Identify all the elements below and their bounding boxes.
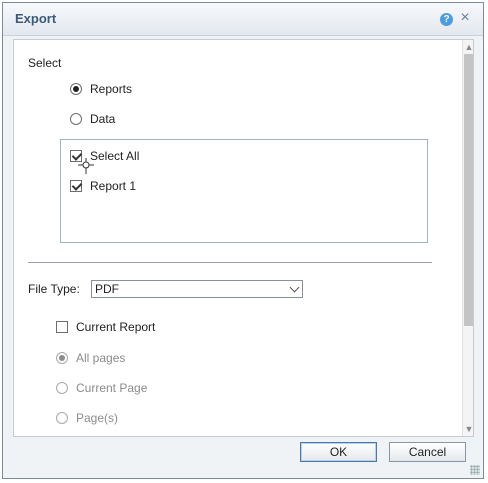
scrollbar-thumb[interactable] — [464, 54, 473, 326]
title-bar: Export ? × — [3, 3, 483, 36]
checkbox-current-report[interactable] — [56, 321, 68, 333]
scroll-up-icon[interactable]: ▲ — [463, 41, 473, 53]
radio-reports-label[interactable]: Reports — [90, 82, 132, 96]
checkbox-report-1[interactable] — [70, 180, 82, 192]
close-icon[interactable]: × — [458, 10, 472, 26]
radio-current-page-label[interactable]: Current Page — [76, 381, 147, 395]
radio-data-label[interactable]: Data — [90, 112, 115, 126]
radio-data[interactable] — [70, 113, 82, 125]
resize-grip-icon[interactable] — [470, 465, 480, 475]
section-divider — [28, 262, 432, 263]
chevron-down-icon — [289, 282, 300, 293]
file-type-label: File Type: — [28, 282, 80, 296]
checkbox-select-all-label[interactable]: Select All — [90, 149, 139, 163]
reports-listbox[interactable]: Select All Report 1 — [60, 139, 428, 243]
export-dialog: Export ? × Select Reports Data Select Al… — [2, 2, 484, 479]
export-content-panel: Select Reports Data Select All Report 1 … — [13, 39, 474, 437]
radio-reports[interactable] — [70, 83, 82, 95]
radio-current-page[interactable] — [56, 382, 68, 394]
vertical-scrollbar[interactable]: ▲ ▼ — [462, 40, 473, 436]
cancel-button[interactable]: Cancel — [389, 442, 466, 462]
radio-all-pages-label[interactable]: All pages — [76, 351, 125, 365]
mouse-cursor-icon — [78, 158, 94, 174]
checkbox-current-report-label[interactable]: Current Report — [76, 320, 155, 334]
radio-pages-label[interactable]: Page(s) — [76, 411, 118, 425]
file-type-value: PDF — [95, 282, 119, 296]
help-icon[interactable]: ? — [440, 13, 453, 26]
scroll-down-icon[interactable]: ▼ — [463, 423, 473, 435]
select-section-label: Select — [28, 56, 62, 70]
dialog-title: Export — [15, 11, 57, 26]
file-type-select[interactable]: PDF — [91, 280, 303, 298]
checkbox-report-1-label[interactable]: Report 1 — [90, 179, 136, 193]
radio-pages[interactable] — [56, 412, 68, 424]
radio-all-pages[interactable] — [56, 352, 68, 364]
ok-button[interactable]: OK — [300, 442, 377, 462]
